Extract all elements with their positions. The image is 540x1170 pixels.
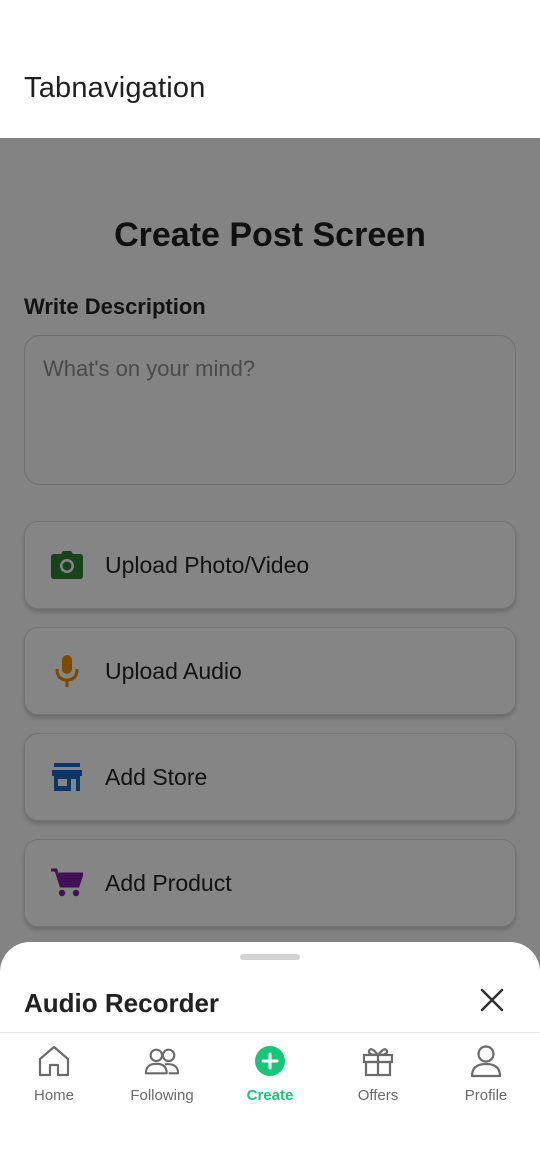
tab-following[interactable]: Following (108, 1043, 216, 1119)
home-icon (36, 1043, 72, 1079)
bottom-tab-bar: Home Following Create Offers Profile (0, 1032, 540, 1170)
tab-create-label: Create (246, 1087, 294, 1104)
sheet-title: Audio Recorder (24, 988, 220, 1018)
gift-icon (360, 1043, 396, 1079)
sheet-drag-handle[interactable] (240, 954, 300, 960)
people-icon (144, 1043, 180, 1079)
tab-following-label: Following (130, 1087, 194, 1104)
user-icon (468, 1043, 504, 1079)
app-header: Tabnavigation (0, 0, 540, 138)
close-icon (480, 988, 504, 1017)
tab-offers-label: Offers (357, 1087, 399, 1104)
tab-profile[interactable]: Profile (432, 1043, 540, 1119)
plus-circle-icon (252, 1043, 288, 1079)
tab-home-label: Home (33, 1087, 74, 1104)
tab-profile-label: Profile (464, 1087, 508, 1104)
close-button[interactable] (474, 984, 510, 1020)
tab-home[interactable]: Home (0, 1043, 108, 1119)
tab-offers[interactable]: Offers (324, 1043, 432, 1119)
header-title: Tabnavigation (24, 72, 206, 104)
tab-create[interactable]: Create (216, 1043, 324, 1119)
